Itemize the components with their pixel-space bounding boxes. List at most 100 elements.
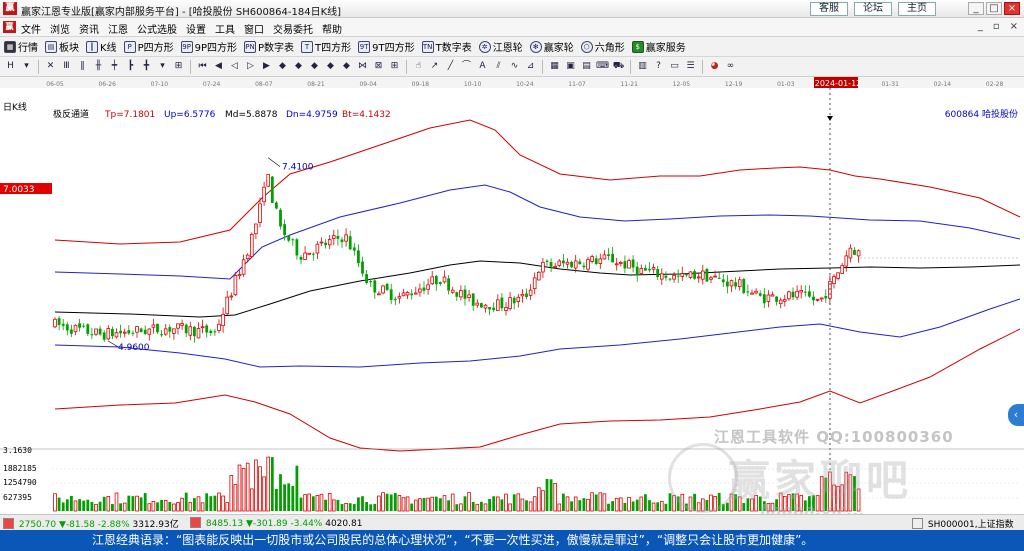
volume-bar-up [483,503,488,512]
line-tool-icon[interactable]: ╱ [444,60,457,73]
window-icon[interactable]: ▭ [668,60,681,73]
hand-icon[interactable]: ☝ [412,60,425,73]
toolbar-gann-wheel[interactable]: ✲ 江恩轮 [478,39,523,54]
volume-bar-down [656,502,660,511]
sh-index-block[interactable]: 2750.70 ▼-81.58 -2.88% 3312.93亿 [3,517,179,530]
candle-body-up [266,174,270,187]
sz-index-block[interactable]: 8485.13 ▼-301.89 -3.44% 4020.81 [190,517,362,529]
side-collapse-button[interactable]: ‹ [1008,404,1024,426]
toolbar-quotes[interactable]: ▦ 行情 [4,39,38,54]
next-icon[interactable]: ▶ [260,60,273,73]
fan-icon[interactable]: ⋈ [356,60,369,73]
ohlc-icon[interactable]: ┿ [108,60,121,73]
arc-icon[interactable]: ⌒ [460,60,473,73]
menu-tools[interactable]: 工具 [215,21,235,36]
service-icon: $ [631,40,644,53]
volume-bar-down [373,503,377,511]
menu-news[interactable]: 资讯 [79,21,99,36]
candle-body-up [627,260,631,269]
note-icon[interactable]: ▥ [636,60,649,73]
mdi-restore-button[interactable]: ▫ [993,21,1000,32]
toolbar-9t-square[interactable]: 9T 9T四方形 [358,39,415,54]
tower-icon[interactable]: ╫ [92,60,105,73]
right-icon[interactable]: ▷ [244,60,257,73]
list-icon[interactable]: ☰ [684,60,697,73]
toolbar-t-square[interactable]: T T四方形 [301,39,351,54]
candle-icon[interactable]: ┣ [124,60,137,73]
candle-body-down [525,293,528,298]
cross-icon[interactable]: ✕ [44,60,57,73]
volume-bar-down [578,500,582,511]
diamond4-icon[interactable]: ◆ [324,60,337,73]
bar-mode-icon[interactable]: ‖ [76,60,89,73]
wave-icon[interactable]: ∿ [508,60,521,73]
calc-icon[interactable]: ▦ [548,60,561,73]
volume-bar-up [237,464,242,512]
history-icon[interactable]: H [4,60,17,73]
minimize-button[interactable]: _ [968,2,984,15]
toolbar-p-table[interactable]: PN P数字表 [244,39,294,54]
menu-browse[interactable]: 浏览 [50,21,70,36]
prev-icon[interactable]: ◀ [212,60,225,73]
period-icon[interactable]: ▾ [20,60,33,73]
text-tool-icon[interactable]: A [476,60,489,73]
close-button[interactable]: × [1004,2,1020,15]
toolbar-kline[interactable]: ┃ K线 [86,39,117,54]
toolbar-9p-square[interactable]: 9P 9P四方形 [180,39,237,54]
help-tool-icon[interactable]: ? [652,60,665,73]
lattice-icon[interactable]: ⊞ [388,60,401,73]
book-icon[interactable]: ▣ [564,60,577,73]
toolbar-sectors[interactable]: ▤ 板块 [45,39,79,54]
diamond-icon[interactable]: ◆ [276,60,289,73]
grid-tool-icon[interactable]: ⊞ [172,60,185,73]
date-tick-label: 10-10 [464,81,482,88]
ruler-icon[interactable]: ⊿ [524,60,537,73]
homepage-link[interactable]: 主页 [898,2,936,16]
candle-body-down [762,294,766,304]
toolbar-winner-wheel[interactable]: ✻ 赢家轮 [529,39,574,54]
support-link[interactable]: 客服 [810,2,848,16]
line-mode-icon[interactable]: ╋ [140,60,153,73]
channel-icon[interactable]: ⫽ [492,60,505,73]
mdi-close-button[interactable]: × [1010,21,1018,32]
maximize-button[interactable]: □ [986,2,1002,15]
menu-window[interactable]: 窗口 [244,21,264,36]
menu-formula[interactable]: 公式选股 [137,21,177,36]
arrow-icon[interactable]: ↗ [428,60,441,73]
menu-file[interactable]: 文件 [21,21,41,36]
toolbar-hexagon[interactable]: ⬡ 六角形 [580,39,625,54]
menu-settings[interactable]: 设置 [186,21,206,36]
candle-body-down [283,224,286,236]
menu-help[interactable]: 帮助 [322,21,342,36]
candle-body-down [734,282,737,287]
kline-chart[interactable]: 06-05 06-26 07-10 07-24 08-07 08-21 09-04 09-18… [0,77,1024,520]
palette-icon[interactable]: ◕ [708,60,721,73]
mdi-minimize-button[interactable]: _ [978,21,983,32]
candle-body-down [635,266,639,275]
diamond2-icon[interactable]: ◆ [292,60,305,73]
first-icon[interactable]: ⏮ [196,60,209,73]
toolbar-service[interactable]: $ 赢家服务 [631,39,686,54]
volume-bar-up [241,468,246,512]
toolbar-p-square[interactable]: P P四方形 [123,39,174,54]
toolbar-t-table[interactable]: TN T数字表 [421,39,472,54]
candle-body-down [439,282,442,284]
infinity-icon[interactable]: ∞ [724,60,737,73]
truck-icon[interactable]: ⛟ [612,60,625,73]
candle-body-up [442,276,447,283]
volume-bar-up [627,496,631,512]
box-icon[interactable]: ⊠ [372,60,385,73]
volume-bar-up [196,496,201,512]
separator [38,59,39,74]
keyboard-icon[interactable]: ⌨ [596,60,609,73]
diamond3-icon[interactable]: ◆ [308,60,321,73]
table-icon[interactable]: ▤ [580,60,593,73]
candle-body-up [233,275,238,296]
diamond5-icon[interactable]: ◆ [340,60,353,73]
forum-link[interactable]: 论坛 [854,2,892,16]
dropdown-icon[interactable]: ▾ [156,60,169,73]
kline-mode-icon[interactable]: Ⅲ [60,60,73,73]
left-icon[interactable]: ◁ [228,60,241,73]
menu-gann[interactable]: 江恩 [108,21,128,36]
menu-trade[interactable]: 交易委托 [273,21,313,36]
